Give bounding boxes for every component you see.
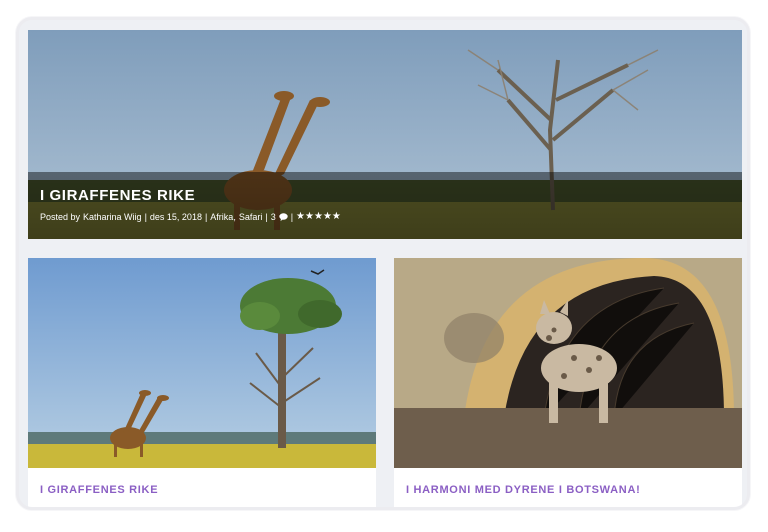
author-link[interactable]: Katharina Wiig bbox=[83, 212, 142, 222]
featured-post-caption: I GIRAFFENES RIKE Posted by Katharina Wi… bbox=[28, 172, 742, 239]
hyena-tunnel-image[interactable] bbox=[394, 258, 742, 468]
post-card[interactable]: I HARMONI MED DYRENE I BOTSWANA! bbox=[394, 258, 742, 507]
category-separator: , bbox=[233, 211, 236, 222]
comment-icon[interactable] bbox=[279, 212, 288, 221]
giraffes-tree-image[interactable] bbox=[28, 258, 376, 468]
featured-post[interactable]: I GIRAFFENES RIKE Posted by Katharina Wi… bbox=[28, 30, 742, 239]
category-link-afrika[interactable]: Afrika bbox=[210, 212, 233, 222]
meta-separator: | bbox=[265, 211, 268, 222]
post-card[interactable]: I GIRAFFENES RIKE bbox=[28, 258, 376, 507]
meta-separator: | bbox=[144, 211, 147, 222]
post-date: des 15, 2018 bbox=[149, 211, 202, 222]
meta-separator: | bbox=[290, 211, 294, 222]
blog-post-grid: I GIRAFFENES RIKE Posted by Katharina Wi… bbox=[16, 17, 750, 510]
meta-posted-by: Posted by bbox=[40, 211, 81, 222]
featured-post-title[interactable]: I GIRAFFENES RIKE bbox=[40, 187, 195, 204]
comment-count[interactable]: 3 bbox=[271, 212, 276, 222]
meta-separator: | bbox=[204, 211, 208, 222]
post-card-title[interactable]: I HARMONI MED DYRENE I BOTSWANA! bbox=[406, 484, 640, 496]
rating-stars-icon: ★★★★★ bbox=[296, 211, 341, 222]
featured-post-meta: Posted by Katharina Wiig | des 15, 2018 … bbox=[40, 211, 341, 222]
post-card-title[interactable]: I GIRAFFENES RIKE bbox=[40, 484, 158, 496]
category-link-safari[interactable]: Safari bbox=[239, 212, 263, 222]
